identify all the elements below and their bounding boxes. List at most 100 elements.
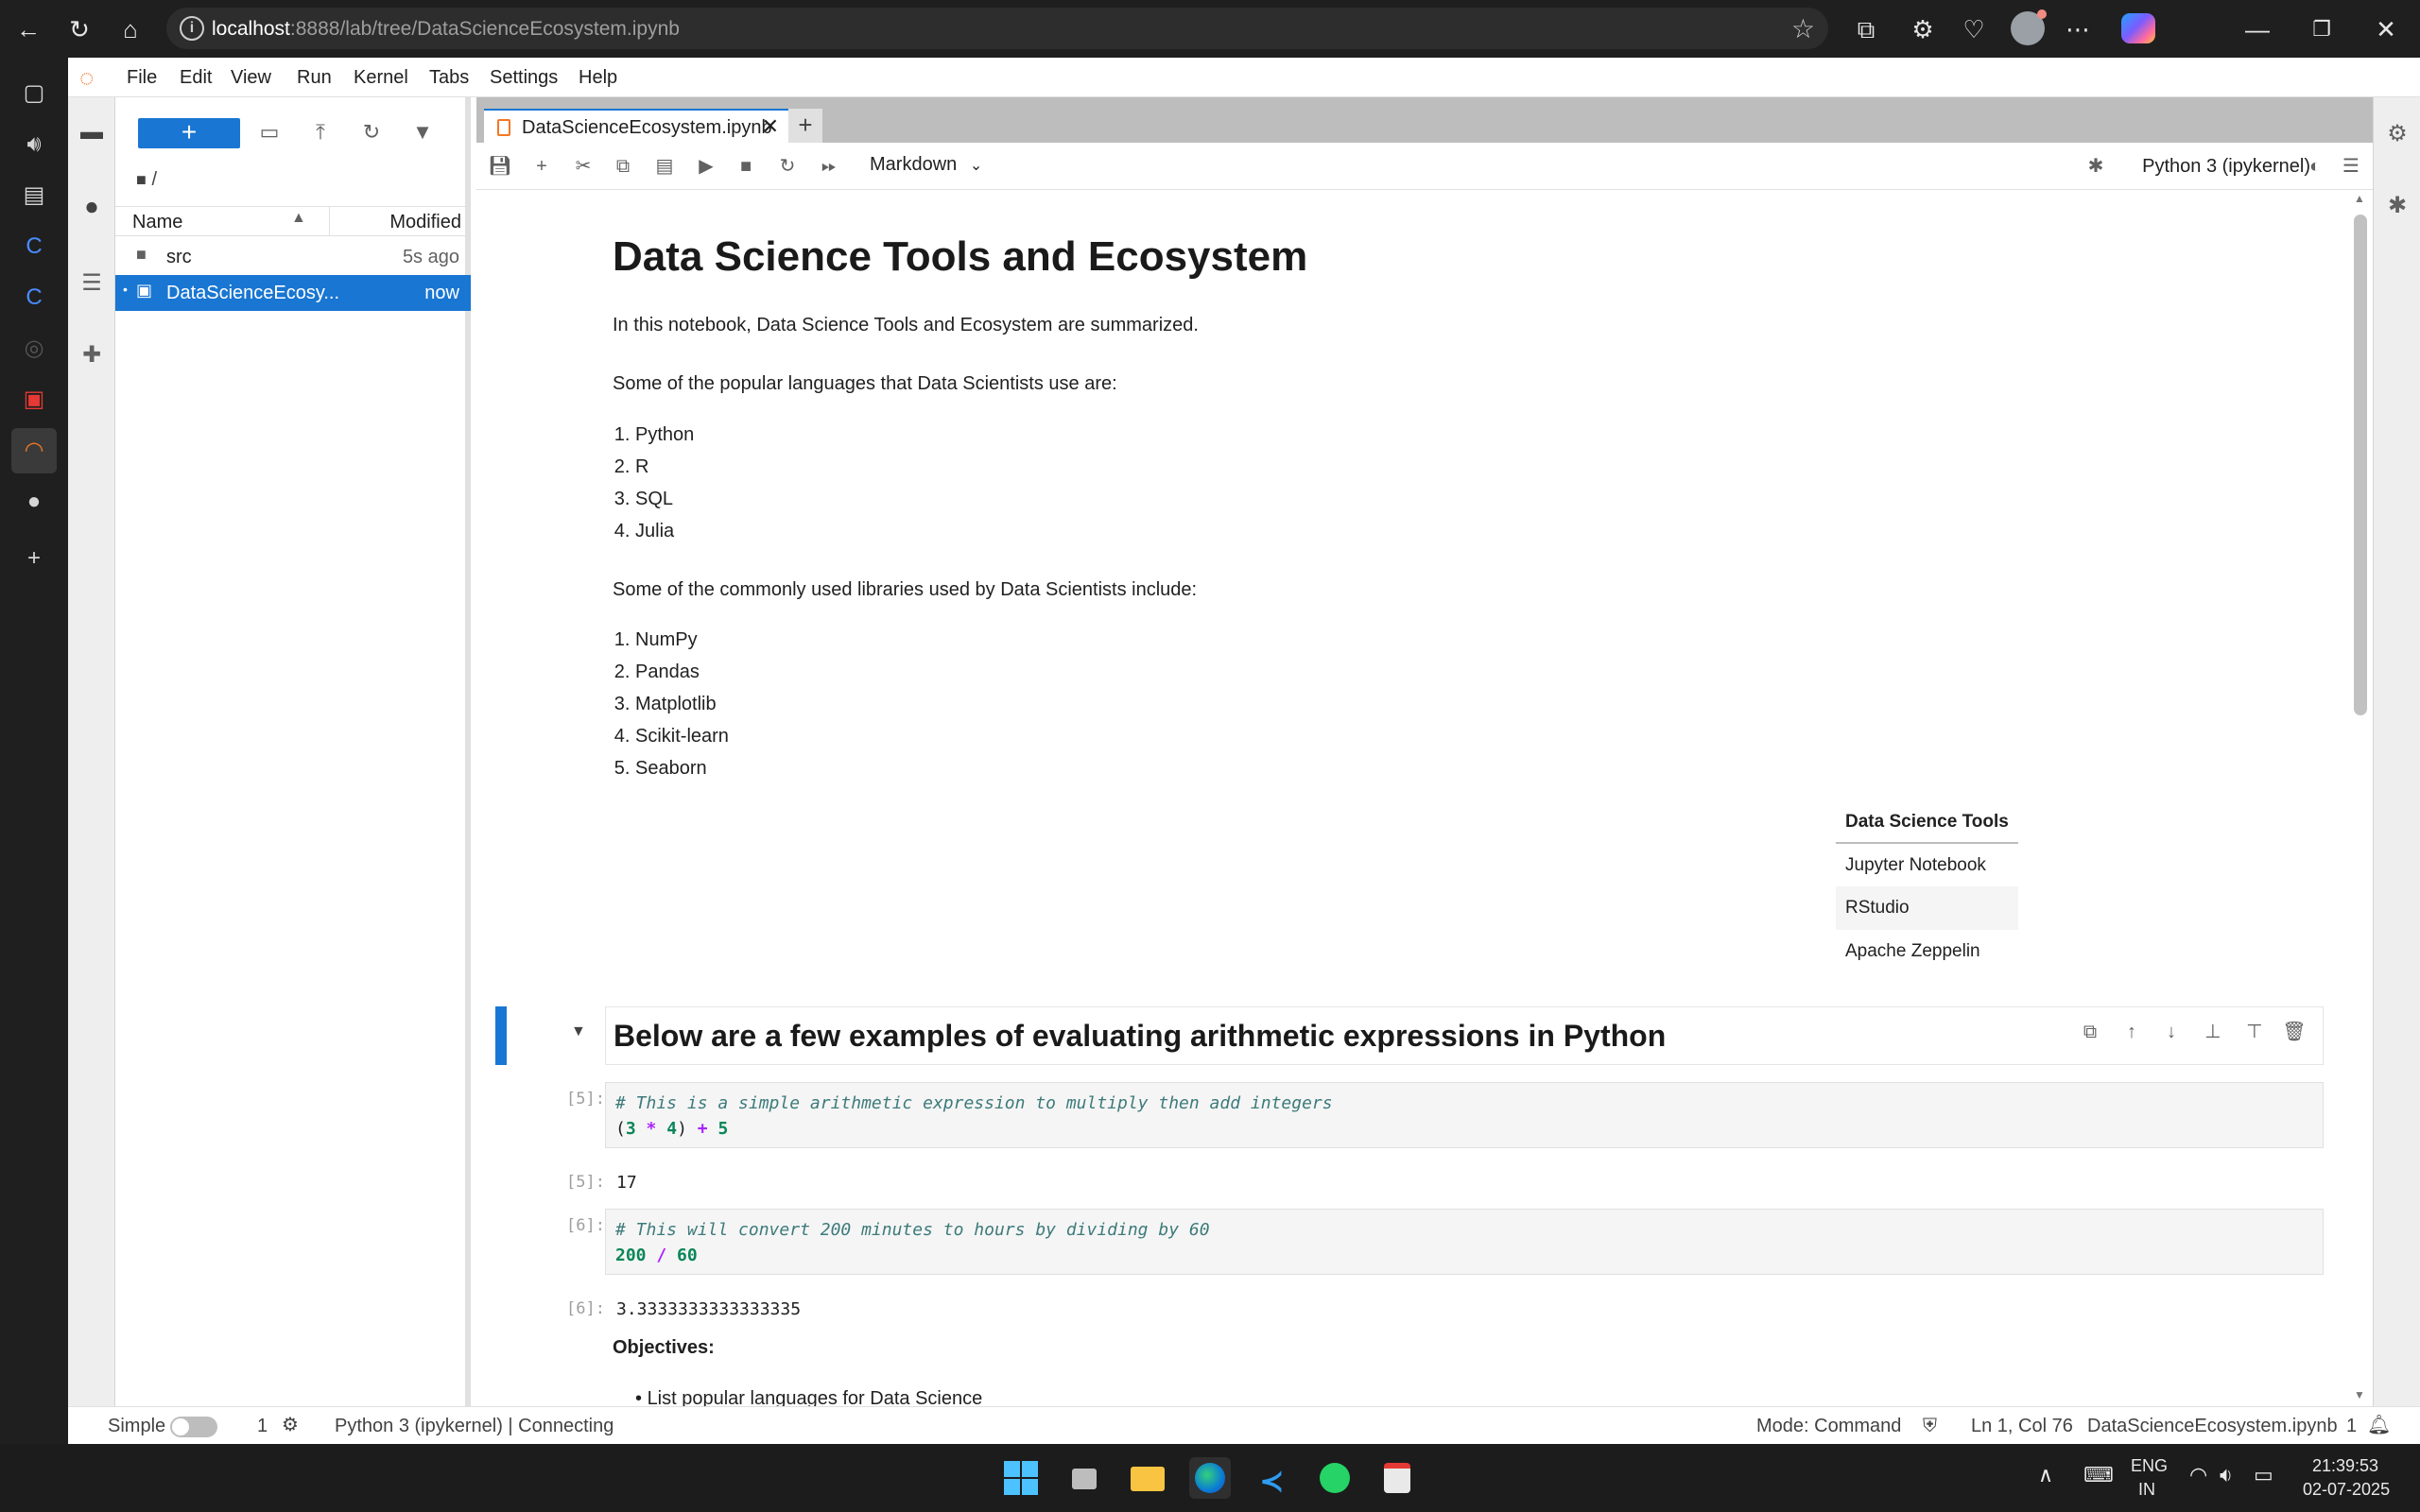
run-all-icon[interactable]: ⏩︎ <box>817 154 841 179</box>
github-tab-icon[interactable]: ● <box>17 485 51 519</box>
snipping-tool-icon[interactable] <box>1376 1457 1418 1499</box>
tab-icon-dim[interactable]: ◎ <box>17 332 51 366</box>
input-language[interactable]: ENG <box>2131 1456 2168 1476</box>
column-modified[interactable]: Modified <box>389 212 461 233</box>
move-up-icon[interactable]: ↑ <box>2119 1020 2144 1044</box>
favorite-star-icon[interactable]: ☆ <box>1791 13 1815 44</box>
restart-icon[interactable]: ↻ <box>775 154 800 179</box>
clock-date[interactable]: 02-07-2025 <box>2303 1480 2390 1500</box>
stop-icon[interactable]: ■ <box>734 154 758 179</box>
volume-icon[interactable]: 🔉︎ <box>2220 1463 2233 1487</box>
keyboard-icon[interactable]: ⌨ <box>2083 1463 2114 1487</box>
scrollbar-thumb[interactable] <box>2354 215 2367 715</box>
refresh-icon[interactable]: ↻ <box>357 118 386 146</box>
coursera-tab-icon-2[interactable]: C <box>17 281 51 315</box>
menu-file[interactable]: File <box>127 67 157 89</box>
vscode-icon[interactable]: ≺ <box>1252 1457 1293 1499</box>
run-icon[interactable]: ▶ <box>694 154 718 179</box>
edge-browser-icon[interactable] <box>1189 1457 1231 1499</box>
cursor-position[interactable]: Ln 1, Col 76 <box>1971 1416 2073 1437</box>
kernel-name[interactable]: Python 3 (ipykernel) <box>2142 156 2310 178</box>
menu-kernel[interactable]: Kernel <box>354 67 408 89</box>
insert-above-icon[interactable]: ⊤ <box>2242 1020 2267 1044</box>
coursera-tab-icon[interactable]: C <box>17 230 51 264</box>
jupyter-tab-icon[interactable]: ◠ <box>11 428 57 473</box>
url-text[interactable]: localhost:8888/lab/tree/DataScienceEcosy… <box>212 18 680 41</box>
page-icon[interactable]: ▤ <box>17 179 51 213</box>
notification-count[interactable]: 1 <box>2346 1416 2357 1437</box>
pdf-tab-icon[interactable]: ▣ <box>17 383 51 417</box>
menu-run[interactable]: Run <box>297 67 332 89</box>
kernel-gear-icon[interactable]: ⚙ <box>282 1413 299 1436</box>
duplicate-cell-icon[interactable]: ⧉ <box>2078 1020 2102 1044</box>
debugger-side-icon[interactable]: ✱ <box>2383 192 2411 220</box>
delete-cell-icon[interactable]: 🗑︎ <box>2282 1020 2307 1044</box>
new-folder-icon[interactable]: ▭ <box>255 118 284 146</box>
more-menu-icon[interactable]: ⋯ <box>2061 12 2095 46</box>
reload-icon[interactable]: ↻ <box>62 12 96 46</box>
menu-edit[interactable]: Edit <box>180 67 212 89</box>
file-explorer-icon[interactable] <box>1127 1457 1168 1499</box>
running-kernels-icon[interactable]: ⏺ <box>78 194 106 222</box>
debugger-icon[interactable]: ✱ <box>2083 154 2108 179</box>
back-icon[interactable]: ← <box>11 12 45 46</box>
input-region[interactable]: IN <box>2138 1480 2155 1500</box>
scroll-down-icon[interactable]: ▼ <box>2354 1388 2365 1401</box>
new-launcher-button[interactable]: + <box>138 118 240 148</box>
code-cell[interactable]: # This is a simple arithmetic expression… <box>605 1082 2324 1148</box>
property-inspector-side-icon[interactable]: ⚙ <box>2383 120 2411 148</box>
notebook-content[interactable]: Data Science Tools and Ecosystem In this… <box>476 190 2373 1406</box>
browser-essentials-icon[interactable]: ⚙ <box>1906 12 1940 46</box>
cell-type-select[interactable]: Markdown ⌄ <box>870 154 982 176</box>
health-icon[interactable]: ♡ <box>1957 12 1991 46</box>
minimize-icon[interactable]: — <box>2240 12 2274 46</box>
upload-icon[interactable]: ⤒ <box>306 118 335 146</box>
battery-icon[interactable]: ▭ <box>2254 1463 2273 1487</box>
markdown-cell-selected[interactable]: Below are a few examples of evaluating a… <box>605 1006 2324 1065</box>
collapse-heading-icon[interactable]: ▼ <box>571 1023 586 1040</box>
extension-manager-icon[interactable]: ✚ <box>78 341 106 369</box>
breadcrumb[interactable]: ■ / <box>136 169 157 191</box>
kernel-status-text[interactable]: Python 3 (ipykernel) | Connecting <box>335 1416 614 1437</box>
insert-cell-icon[interactable]: + <box>529 154 554 179</box>
bell-icon[interactable]: 🔔︎ <box>2367 1413 2391 1436</box>
table-of-contents-icon[interactable]: ☰ <box>78 269 106 298</box>
file-row-notebook[interactable]: • ▣ DataScienceEcosy... now <box>115 275 471 311</box>
add-tab-icon[interactable]: + <box>17 541 51 576</box>
tray-overflow-icon[interactable]: ∧ <box>2038 1463 2053 1487</box>
paste-icon[interactable]: ▤ <box>652 154 677 179</box>
close-window-icon[interactable]: ✕ <box>2369 12 2403 46</box>
sort-asc-icon[interactable]: ▲ <box>291 210 306 227</box>
insert-below-icon[interactable]: ⊥ <box>2201 1020 2225 1044</box>
menu-settings[interactable]: Settings <box>490 67 558 89</box>
whatsapp-icon[interactable] <box>1314 1457 1356 1499</box>
move-down-icon[interactable]: ↓ <box>2159 1020 2184 1044</box>
tab-actions-icon[interactable]: ▢ <box>17 77 51 111</box>
start-icon[interactable] <box>1000 1457 1042 1499</box>
menu-tabs[interactable]: Tabs <box>429 67 469 89</box>
audio-tab-icon[interactable]: 🔊︎ <box>17 128 51 162</box>
cut-icon[interactable]: ✂ <box>571 154 596 179</box>
close-tab-icon[interactable]: ✕ <box>762 114 779 139</box>
copy-icon[interactable]: ⧉ <box>611 154 635 179</box>
terminal-count[interactable]: 1 <box>257 1416 268 1437</box>
code-cell[interactable]: # This will convert 200 minutes to hours… <box>605 1209 2324 1275</box>
wifi-icon[interactable]: ◠ <box>2189 1463 2207 1487</box>
copilot-icon[interactable] <box>2121 13 2155 43</box>
trusted-shield-icon[interactable]: ⛨ <box>1923 1416 1937 1437</box>
new-tab-button[interactable]: + <box>788 109 822 143</box>
task-view-icon[interactable] <box>1064 1457 1106 1499</box>
active-cell-indicator[interactable] <box>495 1006 507 1065</box>
file-browser-icon[interactable]: ▬ <box>78 118 106 146</box>
extensions-icon[interactable]: ⧉ <box>1849 12 1883 46</box>
breadcrumb-root[interactable]: / <box>151 169 157 190</box>
home-icon[interactable]: ⌂ <box>113 12 147 46</box>
file-row-src[interactable]: ■ src 5s ago <box>115 239 471 275</box>
save-icon[interactable]: 💾︎ <box>488 154 512 179</box>
restore-icon[interactable]: ❐ <box>2305 12 2339 46</box>
filter-icon[interactable]: ▼ <box>408 118 437 146</box>
column-name[interactable]: Name <box>132 212 182 233</box>
property-inspector-icon[interactable]: ☰ <box>2339 154 2363 179</box>
scroll-up-icon[interactable]: ▲ <box>2354 192 2365 205</box>
address-bar[interactable]: i localhost:8888/lab/tree/DataScienceEco… <box>166 8 1828 49</box>
